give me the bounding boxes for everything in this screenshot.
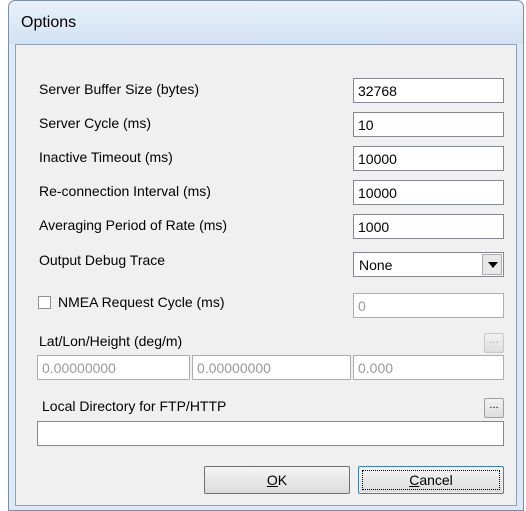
nmea-request-cycle-input[interactable]: 0 xyxy=(353,293,504,318)
ok-label-rest: K xyxy=(277,472,288,488)
server-cycle-input[interactable]: 10 xyxy=(353,112,504,137)
output-debug-trace-value: None xyxy=(359,257,393,273)
server-buffer-size-label: Server Buffer Size (bytes) xyxy=(39,81,200,97)
cancel-button[interactable]: Cancel xyxy=(358,466,504,494)
local-directory-input[interactable] xyxy=(37,421,504,446)
focus-rectangle xyxy=(362,470,500,490)
reconnection-interval-label: Re-connection Interval (ms) xyxy=(39,183,211,199)
longitude-input[interactable]: 0.00000000 xyxy=(192,355,351,380)
height-input[interactable]: 0.000 xyxy=(353,355,504,380)
inactive-timeout-input[interactable]: 10000 xyxy=(353,146,504,171)
chevron-down-icon[interactable] xyxy=(482,254,502,275)
options-dialog: Options Server Buffer Size (bytes) 32768… xyxy=(8,0,524,511)
inactive-timeout-label: Inactive Timeout (ms) xyxy=(39,149,173,165)
lat-lon-height-browse-button[interactable]: ... xyxy=(484,333,504,353)
nmea-request-cycle-label: NMEA Request Cycle (ms) xyxy=(58,294,225,310)
output-debug-trace-select[interactable]: None xyxy=(353,252,504,277)
title-bar[interactable]: Options xyxy=(9,1,523,44)
lat-lon-height-label: Lat/Lon/Height (deg/m) xyxy=(39,333,183,349)
dialog-body: Server Buffer Size (bytes) 32768 Server … xyxy=(15,44,517,506)
server-cycle-label: Server Cycle (ms) xyxy=(39,115,152,131)
latitude-input[interactable]: 0.00000000 xyxy=(37,355,190,380)
ok-button[interactable]: OK xyxy=(204,466,350,494)
output-debug-trace-label: Output Debug Trace xyxy=(39,252,166,268)
ok-mnemonic: O xyxy=(266,472,278,488)
server-buffer-size-input[interactable]: 32768 xyxy=(353,78,504,103)
window-title: Options xyxy=(21,14,77,31)
averaging-period-label: Averaging Period of Rate (ms) xyxy=(39,217,228,233)
nmea-request-cycle-checkbox[interactable] xyxy=(38,296,51,309)
reconnection-interval-input[interactable]: 10000 xyxy=(353,180,504,205)
local-directory-browse-button[interactable]: ... xyxy=(484,398,504,418)
averaging-period-input[interactable]: 1000 xyxy=(353,214,504,239)
local-directory-label: Local Directory for FTP/HTTP xyxy=(42,398,227,414)
